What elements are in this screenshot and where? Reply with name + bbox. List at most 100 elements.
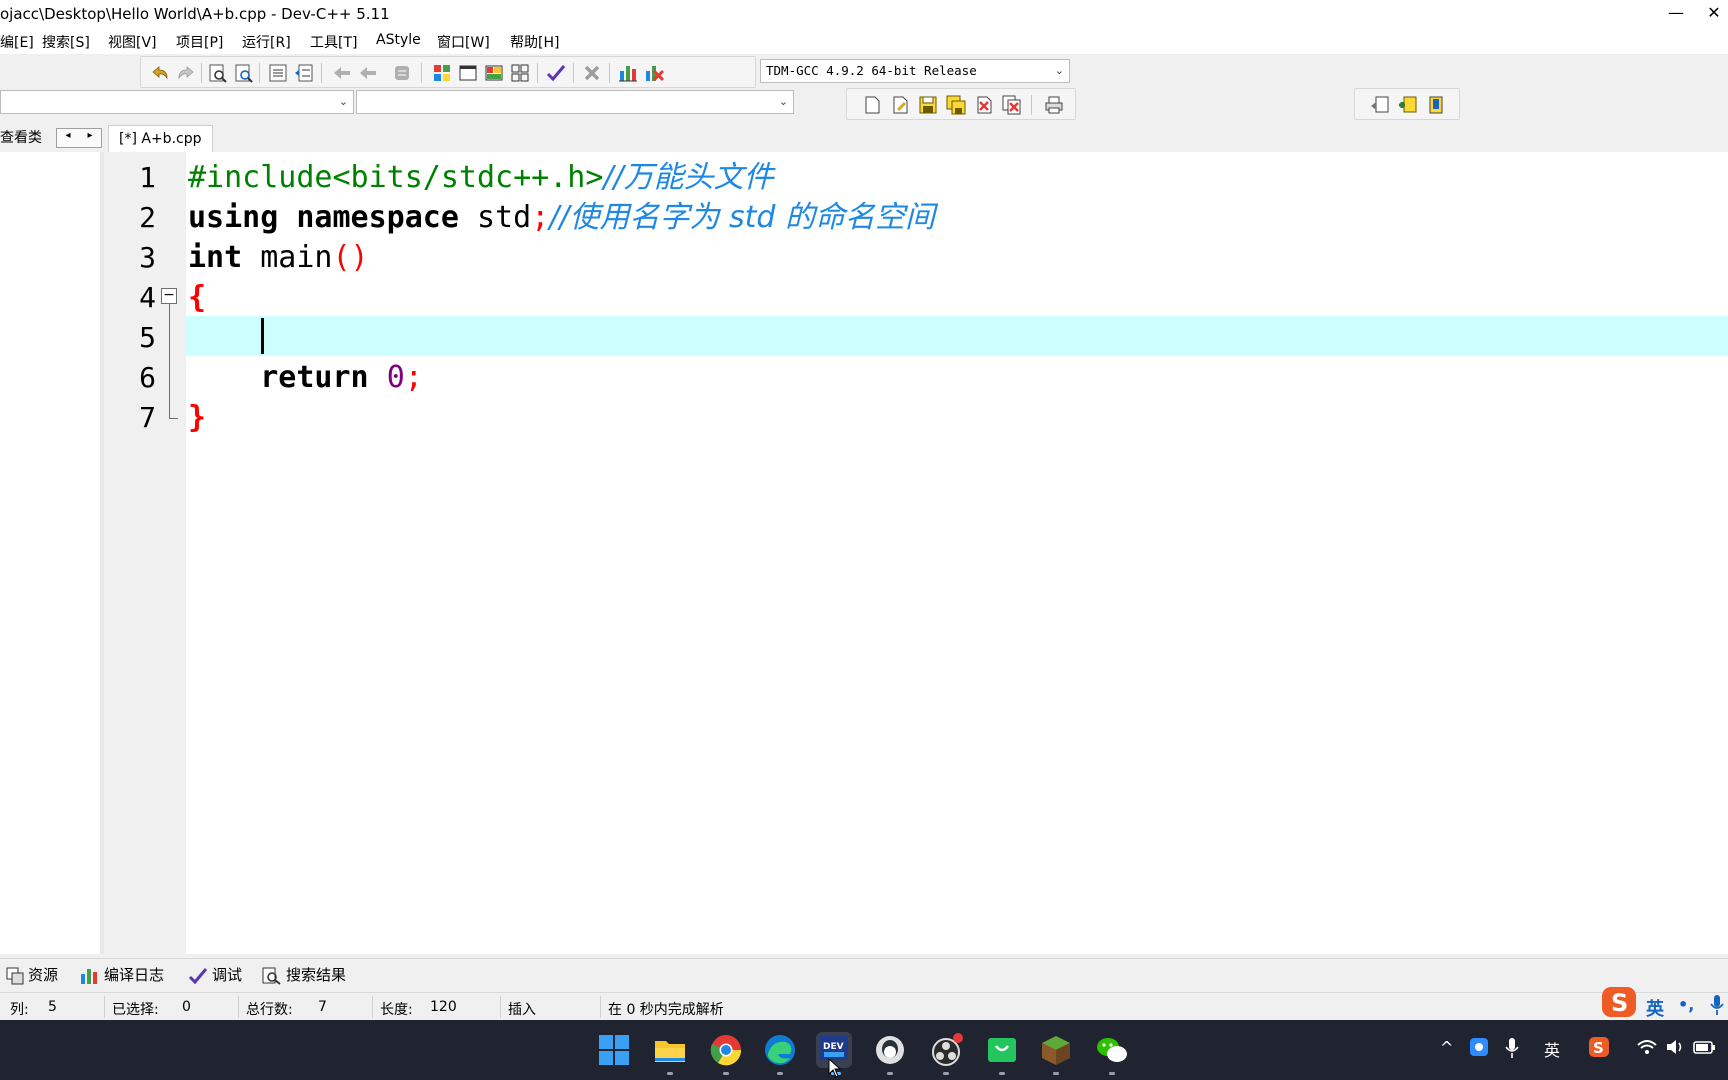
status-parse-message: 在 0 秒内完成解析 [608, 1002, 724, 1018]
tab-debug[interactable]: 调试 [188, 961, 242, 989]
code-line-3: int main() [188, 240, 369, 275]
tab-scroll-left-button[interactable]: ◂ [57, 130, 79, 141]
code-line-2: using namespace std;//使用名字为 std 的命名空间 [188, 200, 935, 235]
class-combo[interactable]: ⌄ [0, 90, 354, 114]
undo-icon[interactable] [149, 62, 171, 84]
battery-icon[interactable] [1692, 1036, 1718, 1062]
file-explorer-icon[interactable] [652, 1032, 688, 1068]
menu-project[interactable]: 项目[P] [176, 32, 223, 52]
project-options-icon[interactable] [1369, 94, 1391, 116]
code-line-7: } [188, 400, 207, 435]
new-project-icon[interactable] [431, 62, 453, 84]
menu-view[interactable]: 视图[V] [108, 32, 157, 52]
tray-app-icon[interactable] [1468, 1036, 1490, 1062]
compiler-select[interactable]: TDM-GCC 4.9.2 64-bit Release ⌄ [760, 59, 1070, 83]
tray-ime-language[interactable]: 英 [1544, 1037, 1560, 1061]
remove-from-project-icon[interactable] [1425, 94, 1447, 116]
status-bar: 列: 5 已选择: 0 总行数: 7 长度: 120 插入 在 0 秒内完成解析… [0, 987, 1728, 1021]
status-lines-label: 总行数: [246, 1002, 293, 1018]
goto-line-icon[interactable] [391, 62, 413, 84]
print-icon[interactable] [1043, 94, 1065, 116]
project-toolbar [1354, 88, 1460, 120]
tab-resources[interactable]: 资源 [6, 961, 58, 989]
chevron-down-icon: ⌄ [778, 95, 788, 108]
close-all-icon[interactable] [1001, 94, 1023, 116]
open-file-icon[interactable] [889, 94, 911, 116]
window-icon[interactable] [457, 62, 479, 84]
ime-language[interactable]: 英 [1646, 995, 1664, 1021]
line-number: 3 [139, 241, 156, 274]
resources-icon [6, 967, 24, 984]
minecraft-icon[interactable] [1038, 1032, 1074, 1068]
menu-edit[interactable]: 编[E] [0, 32, 34, 52]
search-results-icon [262, 967, 281, 985]
current-line-highlight [186, 316, 1728, 356]
code-line-1: #include<bits/stdc++.h>//万能头文件 [188, 160, 774, 195]
ime-punct[interactable]: •, [1678, 995, 1694, 1014]
stop-icon[interactable] [581, 62, 603, 84]
member-combo[interactable]: ⌄ [356, 90, 794, 114]
ime-mic-icon[interactable] [1708, 993, 1726, 1021]
obs-icon[interactable] [928, 1032, 964, 1068]
class-browser-tab[interactable]: 查看类 [0, 125, 48, 151]
tray-overflow-chevron[interactable]: ^ [1440, 1038, 1453, 1057]
wechat-icon[interactable] [1094, 1032, 1130, 1068]
output-panel-tabs: 资源 编译日志 调试 搜索结果 [0, 958, 1728, 990]
unindent-icon[interactable] [293, 62, 315, 84]
check-syntax-icon[interactable] [545, 62, 567, 84]
new-file-icon[interactable] [861, 94, 883, 116]
svg-text:DEV: DEV [823, 1042, 844, 1052]
tray-sogou-icon[interactable]: S [1588, 1036, 1610, 1062]
line-number: 4 [139, 281, 156, 314]
ime-logo-icon[interactable]: S [1600, 983, 1640, 1021]
menu-window[interactable]: 窗口[W] [437, 32, 490, 52]
layout-icon[interactable] [483, 62, 505, 84]
title-bar: ojacc\Desktop\Hello World\A+b.cpp - Dev-… [0, 0, 1728, 28]
minimize-button[interactable]: — [1656, 2, 1696, 26]
tray-mic-icon[interactable] [1504, 1036, 1520, 1064]
volume-icon[interactable] [1664, 1036, 1686, 1062]
windows-taskbar: DEV ^ 英 S [0, 1020, 1728, 1080]
add-to-project-icon[interactable] [1397, 94, 1419, 116]
bookmark-forward-icon[interactable] [357, 62, 379, 84]
grid-icon[interactable] [509, 62, 531, 84]
fold-collapse-icon[interactable]: − [161, 288, 177, 304]
close-file-icon[interactable] [973, 94, 995, 116]
svg-text:S: S [1611, 989, 1628, 1017]
code-editor[interactable]: 1 2 3 4 5 6 7 − #include<bits/stdc++.h>/… [110, 152, 1728, 954]
indent-icon[interactable] [267, 62, 289, 84]
find-icon[interactable] [207, 62, 229, 84]
save-icon[interactable] [917, 94, 939, 116]
status-length-value: 120 [430, 999, 457, 1015]
replace-icon[interactable] [233, 62, 255, 84]
menu-help[interactable]: 帮助[H] [510, 32, 559, 52]
close-button[interactable]: ✕ [1700, 2, 1728, 26]
tab-compile-log[interactable]: 编译日志 [80, 961, 164, 989]
tab-a-plus-b-cpp[interactable]: [*] A+b.cpp [108, 125, 213, 152]
line-number: 6 [139, 361, 156, 394]
qq-icon[interactable] [872, 1032, 908, 1068]
chevron-down-icon: ⌄ [1054, 64, 1064, 77]
redo-icon[interactable] [175, 62, 197, 84]
store-icon[interactable] [984, 1032, 1020, 1068]
tab-search-results[interactable]: 搜索结果 [262, 961, 346, 989]
chrome-icon[interactable] [708, 1032, 744, 1068]
menu-run[interactable]: 运行[R] [242, 32, 291, 52]
profile-chart-icon[interactable] [617, 62, 639, 84]
line-number: 7 [139, 401, 156, 434]
wifi-icon[interactable] [1636, 1036, 1658, 1062]
class-browser-panel[interactable] [0, 152, 104, 954]
status-lines-value: 7 [318, 999, 327, 1015]
save-all-icon[interactable] [945, 94, 967, 116]
tab-scroll-right-button[interactable]: ▸ [79, 130, 101, 141]
menu-tools[interactable]: 工具[T] [310, 32, 357, 52]
status-insert-mode: 插入 [508, 1002, 536, 1018]
line-number-gutter: 1 2 3 4 5 6 7 − [110, 152, 186, 954]
status-col-label: 列: [10, 1002, 29, 1018]
delete-profile-icon[interactable] [643, 62, 665, 84]
menu-search[interactable]: 搜索[S] [42, 32, 90, 52]
edge-icon[interactable] [762, 1032, 798, 1068]
start-windows-icon[interactable] [596, 1032, 632, 1068]
bookmark-back-icon[interactable] [331, 62, 353, 84]
menu-astyle[interactable]: AStyle [376, 32, 421, 48]
